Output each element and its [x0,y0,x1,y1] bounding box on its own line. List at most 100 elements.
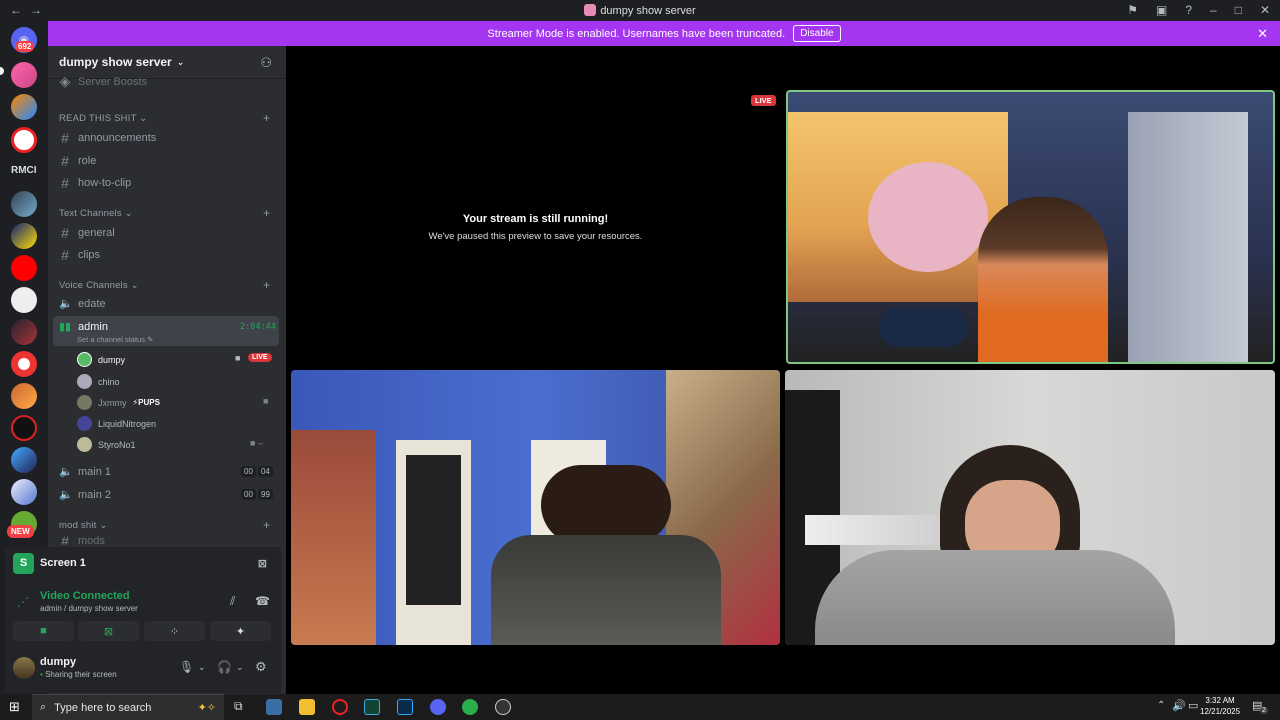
flag-icon[interactable]: ⚑ [1127,3,1138,17]
server-icon[interactable] [11,223,37,249]
add-channel-icon[interactable]: + [263,111,270,125]
chevron-down-icon[interactable]: ⌄ [198,662,206,673]
connection-status[interactable]: Video Connected [40,590,130,602]
taskbar-clock[interactable]: 3:32 AM 12/21/2025 [1200,695,1240,717]
channel-server-boosts[interactable]: ◈ Server Boosts [59,73,147,90]
channel-general[interactable]: # general [59,225,115,241]
notification-count: 2 [1260,707,1268,714]
channel-announcements[interactable]: # announcements [59,130,156,146]
server-icon[interactable] [11,351,37,377]
chevron-up-icon[interactable]: ⌃ [1157,700,1165,711]
stop-share-icon[interactable]: ⊠ [258,557,267,570]
channel-mods[interactable]: # mods [59,536,105,545]
add-channel-icon[interactable]: + [263,518,270,532]
video-tile-dumpy[interactable] [786,90,1275,364]
server-icon[interactable] [11,62,37,88]
voice-user-dumpy[interactable]: dumpy [77,352,125,367]
voice-channel-main-1[interactable]: 🔈 main 1 [59,465,111,479]
category-read-this[interactable]: READ THIS SHIT ⌄ + [59,111,270,125]
volume-icon[interactable]: 🔊 [1172,699,1186,712]
avatar[interactable] [13,657,35,679]
chevron-down-icon: ⌄ [176,56,185,67]
video-tile-chino[interactable] [291,370,780,645]
speaker-icon: 🔈 [59,466,73,478]
server-label-rmci[interactable]: RMCI [11,165,37,176]
soundboard-button[interactable]: ✦ [210,621,271,641]
unread-pip [0,67,4,75]
voice-user-styrono1[interactable]: StyroNo1 [77,437,136,452]
category-mod-shit[interactable]: mod shit ⌄ + [59,518,270,532]
server-icon[interactable] [11,383,37,409]
voice-user-jxmmy[interactable]: Jxmmy ⚡PUPS [77,395,160,410]
camera-icon: ■ – [250,438,263,448]
settings-gear-icon[interactable]: ⚙ [255,659,267,675]
maximize-icon[interactable]: □ [1235,3,1242,17]
noise-suppression-icon[interactable]: ⫽ [230,594,235,609]
windows-taskbar: ⊞ ⌕ Type here to search ✦✧ ⧉ ⌃ 🔊 ▭ 3:32 … [0,694,1280,720]
boost-icon: ◈ [59,73,71,89]
hash-icon: # [61,130,69,146]
channel-how-to-clip[interactable]: # how-to-clip [59,175,131,191]
disconnect-icon[interactable]: ☎ [255,594,270,608]
server-icon[interactable] [11,479,37,505]
camera-icon: ■ [235,353,241,363]
help-icon[interactable]: ? [1185,3,1192,17]
signal-icon[interactable]: ⋰ [17,595,29,609]
category-text-channels[interactable]: Text Channels ⌄ + [59,206,270,220]
close-icon[interactable]: ✕ [1260,3,1270,17]
discord-icon[interactable] [430,699,446,715]
add-channel-icon[interactable]: + [263,278,270,292]
network-icon[interactable]: ▭ [1188,699,1198,712]
hash-icon: # [61,536,69,545]
channel-clips[interactable]: # clips [59,247,100,263]
voice-user-chino[interactable]: chino [77,374,120,389]
screen-icon: ▪ [40,670,43,679]
minimize-icon[interactable]: – [1210,3,1217,17]
voice-user-liquidnitrogen[interactable]: LiquidNitrogen [77,416,156,431]
windows-start-icon[interactable]: ⊞ [9,699,20,715]
app-icon[interactable] [462,699,478,715]
activities-button[interactable]: ⁘ [144,621,205,641]
photoshop-icon[interactable] [397,699,413,715]
add-channel-icon[interactable]: + [263,206,270,220]
curtain-image [1128,112,1248,362]
vegas-icon[interactable] [364,699,380,715]
category-voice-channels[interactable]: Voice Channels ⌄ + [59,278,270,292]
voice-active-icon: ▮▮ [59,321,72,333]
voice-channel-main-2[interactable]: 🔈 main 2 [59,488,111,502]
app-icon[interactable] [266,699,282,715]
obs-icon[interactable] [495,699,511,715]
server-icon[interactable] [11,94,37,120]
video-tile-jxmmy[interactable] [785,370,1275,645]
chevron-down-icon[interactable]: ⌄ [236,662,244,673]
microphone-icon[interactable]: 🎙 [179,660,194,674]
guild-tag: ⚡PUPS [132,398,160,407]
channel-status[interactable]: Set a channel status ✎ [77,335,153,344]
headphones-icon[interactable]: 🎧 [217,660,232,674]
server-icon[interactable] [11,319,37,345]
file-explorer-icon[interactable] [299,699,315,715]
close-banner-icon[interactable]: ✕ [1257,26,1268,42]
voice-channel-edate[interactable]: 🔈 edate [59,297,106,311]
camera-button[interactable]: ■ [13,621,74,641]
opera-icon[interactable] [332,699,348,715]
invite-icon[interactable]: ⚇ [260,55,272,71]
person-image [815,550,1175,645]
inbox-icon[interactable]: ▣ [1156,3,1167,17]
voice-user-count: 00 [241,489,256,500]
server-icon[interactable] [11,191,37,217]
share-screen-button[interactable]: ⊠ [78,621,139,641]
username[interactable]: dumpy [40,656,76,668]
channel-role[interactable]: # role [59,153,96,169]
task-view-icon[interactable]: ⧉ [234,699,243,714]
avatar [77,416,92,431]
server-icon[interactable] [11,447,37,473]
connection-location[interactable]: admin / dumpy show server [40,604,138,613]
taskbar-search[interactable]: ⌕ Type here to search ✦✧ [32,694,224,720]
youtube-icon[interactable] [11,255,37,281]
disable-button[interactable]: Disable [793,25,841,42]
server-icon[interactable] [11,287,37,313]
server-icon[interactable] [11,127,37,153]
paused-stream-tile[interactable]: Your stream is still running! We've paus… [291,90,780,364]
server-icon[interactable] [11,415,37,441]
